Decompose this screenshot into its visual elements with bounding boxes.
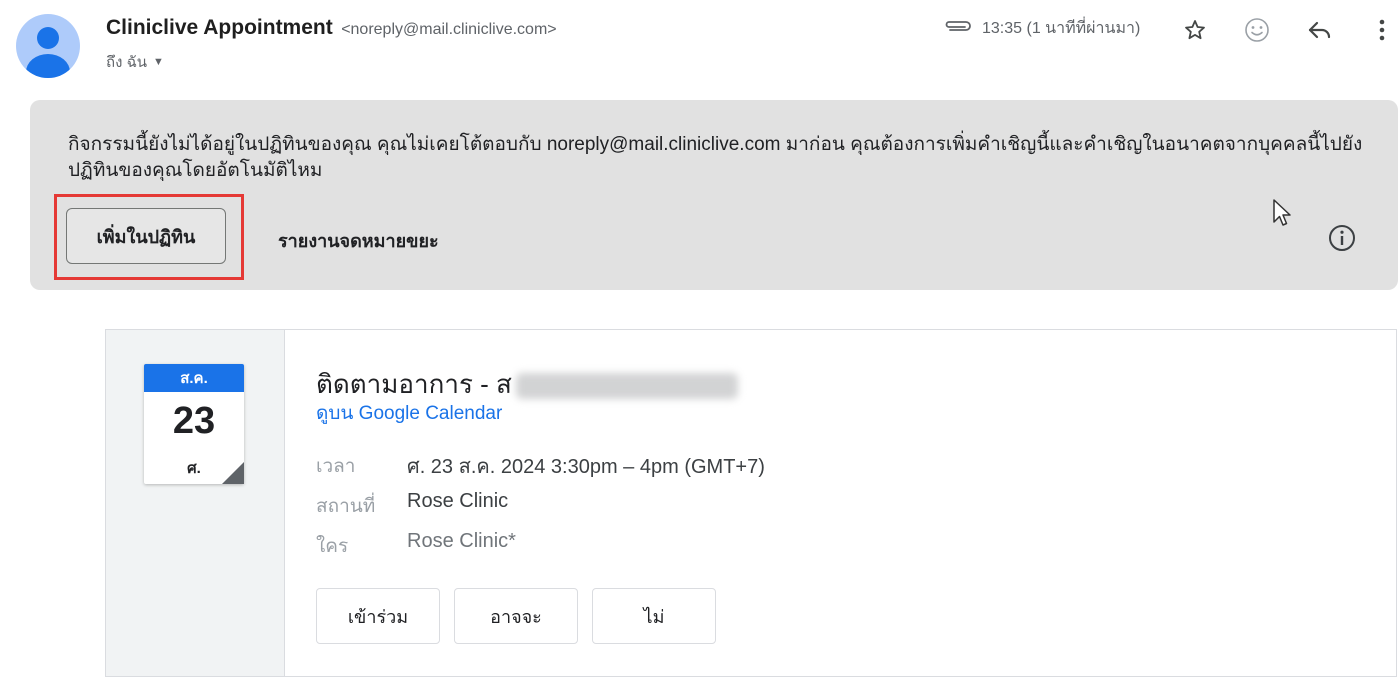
location-value: Rose Clinic [407, 490, 509, 512]
who-label: ใคร [316, 536, 349, 557]
calendar-month: ส.ค. [144, 364, 244, 392]
reply-icon[interactable] [1304, 14, 1336, 46]
event-title-text: ติดตามอาการ - ส [316, 369, 512, 399]
info-icon[interactable] [1327, 223, 1357, 258]
email-time: 13:35 (1 นาทีที่ผ่านมา) [982, 20, 1141, 37]
calendar-date-icon: ส.ค. 23 ศ. [144, 364, 244, 484]
banner-message: กิจกรรมนี้ยังไม่ได้อยู่ในปฏิทินของคุณ คุ… [68, 134, 1363, 181]
view-on-google-calendar-link[interactable]: ดูบน Google Calendar [316, 398, 502, 428]
calendar-warning-banner: กิจกรรมนี้ยังไม่ได้อยู่ในปฏิทินของคุณ คุ… [30, 100, 1398, 290]
report-spam-button[interactable]: รายงานจดหมายขยะ [278, 226, 439, 255]
redacted-name [515, 373, 738, 400]
emoji-icon[interactable] [1241, 14, 1273, 46]
star-icon[interactable] [1179, 14, 1211, 46]
recipient-line[interactable]: ถึง ฉัน ▼ [106, 50, 164, 74]
sender-avatar[interactable] [16, 14, 80, 78]
who-value: Rose Clinic* [407, 530, 516, 552]
card-sidebar: ส.ค. 23 ศ. [106, 330, 285, 676]
sender-line: Cliniclive Appointment <noreply@mail.cli… [106, 16, 557, 40]
time-label: เวลา [316, 456, 356, 477]
sender-name[interactable]: Cliniclive Appointment [106, 16, 333, 39]
time-value: ศ. 23 ส.ค. 2024 3:30pm – 4pm (GMT+7) [407, 456, 765, 478]
recipient-label: ถึง ฉัน [106, 54, 148, 71]
more-vert-icon[interactable] [1366, 14, 1398, 46]
rsvp-maybe-button[interactable]: อาจจะ [454, 588, 578, 644]
paperclip-icon [944, 18, 972, 39]
rsvp-yes-button[interactable]: เข้าร่วม [316, 588, 440, 644]
email-meta: 13:35 (1 นาทีที่ผ่านมา) [944, 16, 1140, 41]
add-to-calendar-button[interactable]: เพิ่มในปฏิทิน [66, 208, 226, 264]
page-fold [222, 462, 244, 484]
calendar-day: 23 [172, 400, 216, 442]
rsvp-no-button[interactable]: ไม่ [592, 588, 716, 644]
person-avatar-icon [26, 27, 70, 78]
sender-email: <noreply@mail.cliniclive.com> [341, 21, 557, 38]
event-invite-card: ส.ค. 23 ศ. ติดตามอาการ - ส ดูบน Google C… [105, 329, 1397, 677]
location-label: สถานที่ [316, 496, 376, 517]
email-view: Cliniclive Appointment <noreply@mail.cli… [0, 0, 1400, 698]
mouse-pointer-icon [1272, 198, 1292, 233]
caret-down-icon[interactable]: ▼ [153, 56, 164, 68]
